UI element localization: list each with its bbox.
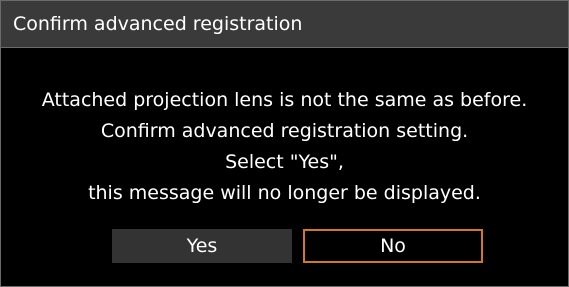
dialog-titlebar: Confirm advanced registration: [1, 1, 568, 48]
yes-button[interactable]: Yes: [112, 229, 292, 263]
dialog-title: Confirm advanced registration: [13, 13, 303, 35]
message-line-2: Confirm advanced registration setting.: [100, 120, 469, 142]
message-line-4: this message will no longer be displayed…: [88, 182, 481, 204]
dialog-message: Attached projection lens is not the same…: [1, 85, 568, 209]
no-button[interactable]: No: [303, 229, 483, 263]
message-line-3: Select "Yes",: [225, 151, 344, 173]
message-line-1: Attached projection lens is not the same…: [41, 89, 528, 111]
confirm-dialog: Confirm advanced registration Attached p…: [0, 0, 569, 287]
